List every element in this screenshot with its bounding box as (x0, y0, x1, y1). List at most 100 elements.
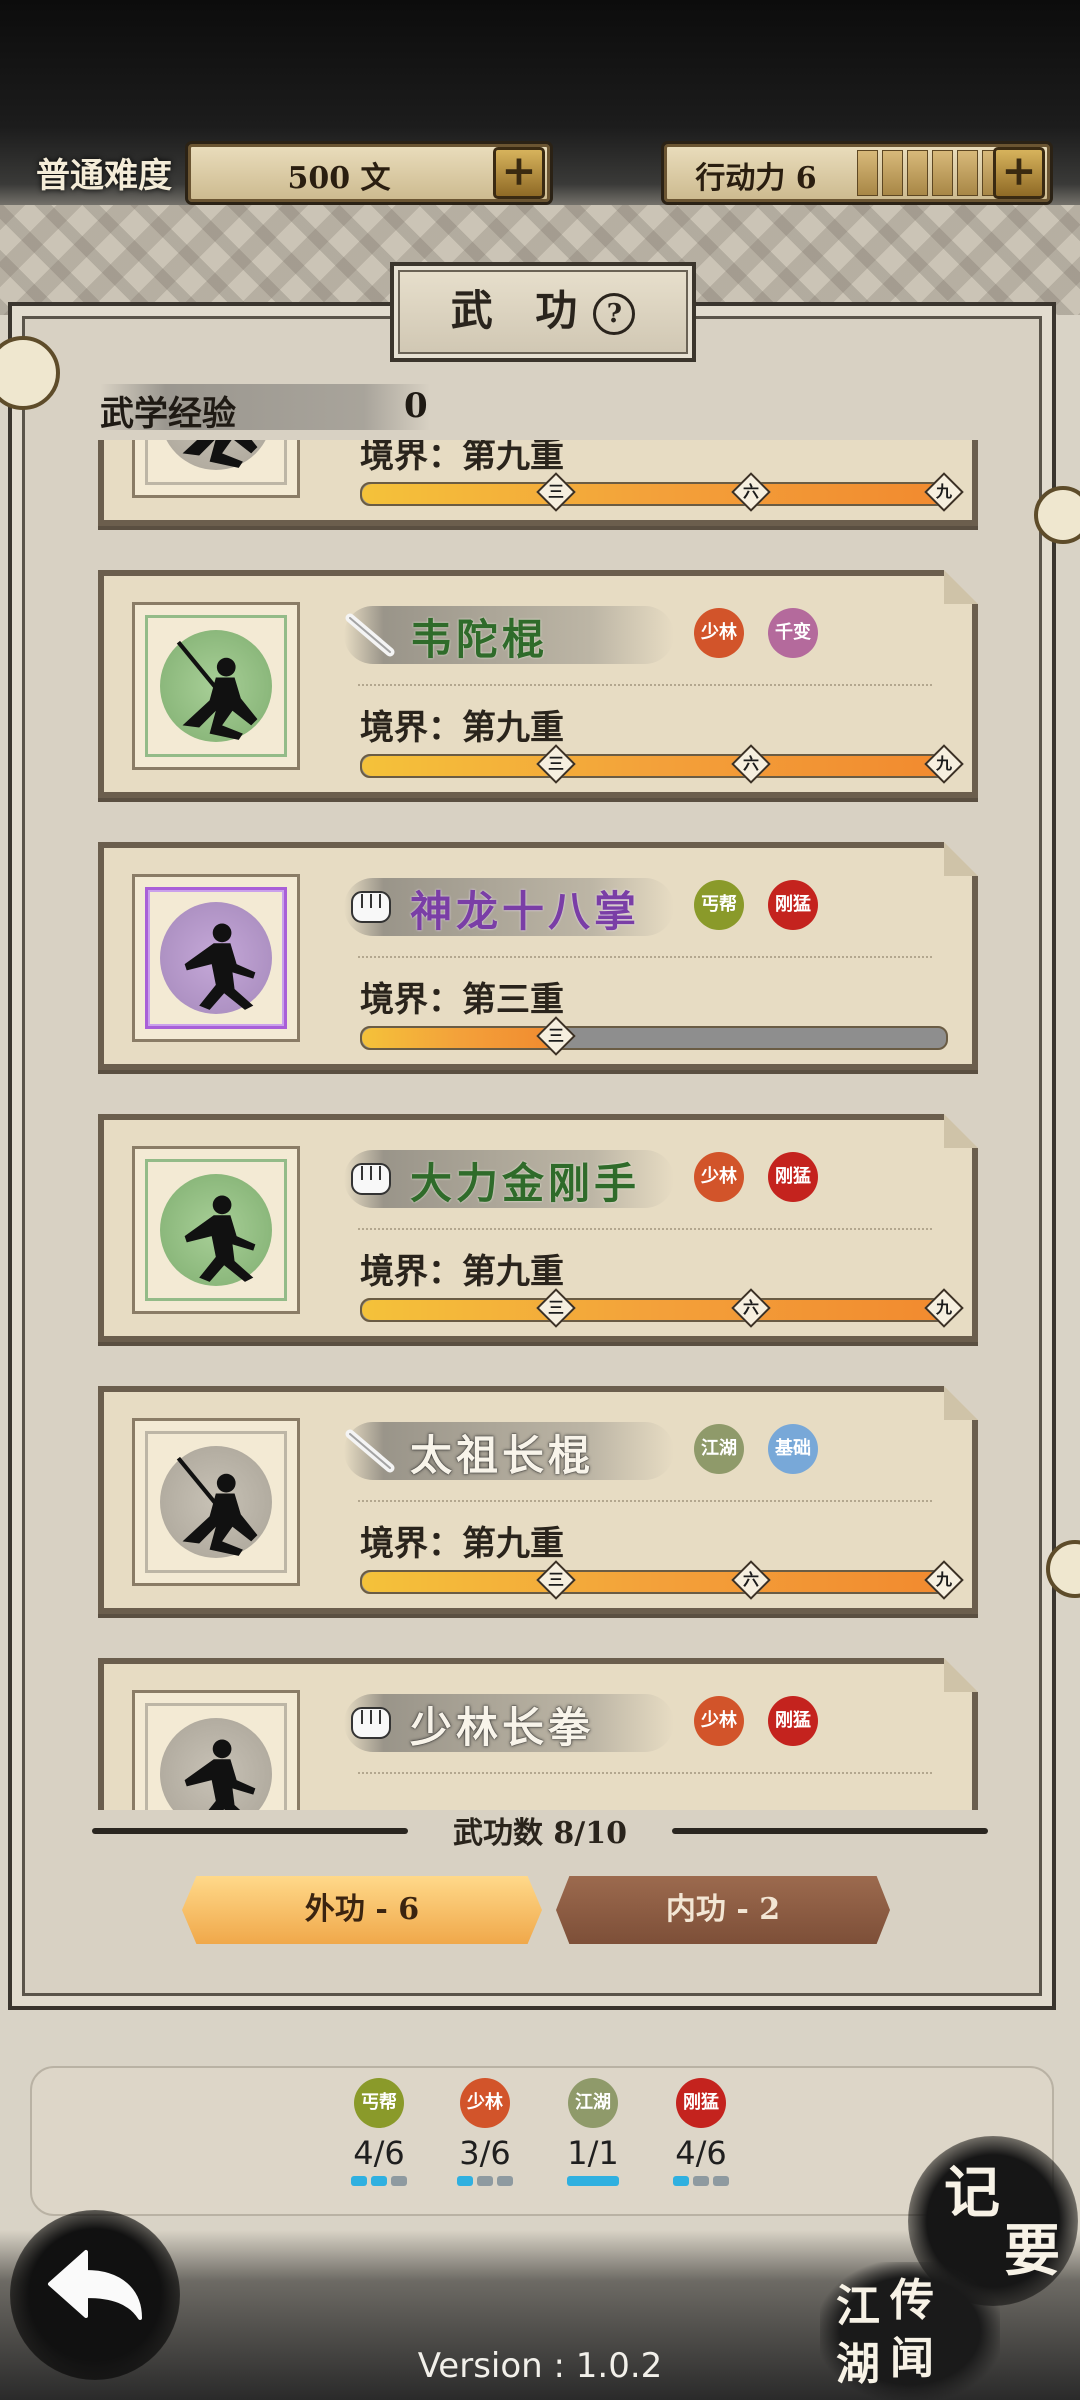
realm-marker-text: 三 (548, 1298, 565, 1317)
skill-card[interactable]: 大力金刚手 少林 刚猛 境界：第九重 三 六 九 (98, 1114, 978, 1342)
realm-progress-fill (362, 1028, 557, 1048)
skill-tag: 千变 (768, 608, 818, 658)
realm-marker: 六 (731, 472, 771, 512)
skill-tag: 刚猛 (768, 1696, 818, 1746)
fist-icon (344, 1698, 398, 1746)
faction-stat: 江湖 1/1 (548, 2078, 638, 2186)
faction-stat: 刚猛 4/6 (656, 2078, 746, 2186)
realm-progress-fill (362, 484, 946, 504)
skill-tag: 江湖 (694, 1424, 744, 1474)
faction-progress-segment (371, 2176, 387, 2186)
skill-name: 大力金刚手 (410, 1159, 641, 1208)
faction-count: 3/6 (459, 2134, 511, 2172)
realm-progress-bar: 三六九 (360, 1288, 964, 1328)
realm-marker: 九 (924, 744, 964, 784)
skill-tags: 丐帮 刚猛 (694, 880, 818, 930)
realm-marker-text: 六 (742, 482, 759, 501)
realm-marker: 九 (924, 1288, 964, 1328)
skill-card[interactable]: 太祖长棍 江湖 基础 境界：第九重 三 六 九 (98, 1386, 978, 1614)
skill-count: 武功数 8/10 (452, 1816, 628, 1851)
back-arrow-icon (48, 2250, 142, 2320)
faction-badge: 刚猛 (676, 2078, 726, 2128)
add-money-button[interactable]: + (493, 147, 545, 199)
realm-marker: 六 (731, 1288, 771, 1328)
skill-card[interactable]: 少林长拳 少林刚猛 三六九 (98, 1658, 978, 1810)
realm-marker: 三 (536, 744, 577, 784)
skill-tag: 少林 (694, 608, 744, 658)
faction-count: 4/6 (353, 2134, 405, 2172)
faction-progress-segment (457, 2176, 473, 2186)
realm-marker-text: 九 (935, 482, 952, 501)
skill-portrait (132, 602, 300, 770)
skill-card[interactable]: 境界：第九重 三 六 九 (98, 440, 978, 526)
help-icon[interactable]: ? (593, 293, 636, 335)
realm-marker-text: 六 (742, 1298, 759, 1317)
realm-progress-fill (362, 1572, 946, 1592)
dotted-divider (358, 684, 932, 686)
skill-card[interactable]: 韦陀棍 少林 千变 境界：第九重 三 六 九 (98, 570, 978, 798)
memo-char-2: 要 (1004, 2218, 1060, 2284)
faction-progress (548, 2176, 638, 2186)
skill-tag: 刚猛 (768, 1152, 818, 1202)
staff-icon (344, 610, 398, 658)
realm-marker: 九 (924, 1560, 964, 1600)
tab-inner-skills[interactable]: 内功 - 2 (556, 1876, 890, 1944)
skill-name: 少林长拳 (410, 1703, 595, 1752)
skill-list[interactable]: 境界：第九重 三六九 韦陀棍 少林 千变 境界：第九重 三六九 神龙十八掌 丐帮… (96, 440, 986, 1810)
skill-realm: 境界：第九重 (360, 708, 564, 748)
faction-progress-segment (351, 2176, 367, 2186)
faction-count: 1/1 (567, 2134, 619, 2172)
realm-marker-text: 九 (935, 1570, 952, 1589)
realm-marker-text: 六 (742, 1570, 759, 1589)
faction-progress (440, 2176, 530, 2186)
staff-icon (344, 1426, 398, 1474)
realm-progress-bar: 三六九 (360, 1560, 964, 1600)
skill-name: 神龙十八掌 (410, 887, 641, 936)
realm-marker-text: 六 (742, 754, 759, 773)
dotted-divider (358, 1500, 932, 1502)
faction-progress-segment (391, 2176, 407, 2186)
realm-marker-text: 九 (935, 1298, 952, 1317)
realm-marker: 六 (731, 744, 771, 784)
faction-count: 4/6 (675, 2134, 727, 2172)
skill-portrait (132, 1418, 300, 1586)
fist-icon (344, 882, 398, 930)
faction-progress-segment (497, 2176, 513, 2186)
faction-progress (334, 2176, 424, 2186)
panel-title: 武 功? (390, 262, 696, 362)
action-points-label: 行动力 6 (695, 161, 817, 196)
action-pip (907, 150, 928, 196)
faction-progress-segment (567, 2176, 619, 2186)
realm-marker: 九 (924, 472, 964, 512)
memo-char-1: 记 (944, 2160, 1000, 2226)
faction-stat: 丐帮 4/6 (334, 2078, 424, 2186)
faction-progress-segment (673, 2176, 689, 2186)
realm-marker-text: 三 (548, 482, 565, 501)
dotted-divider (358, 1772, 932, 1774)
skill-tag: 少林 (694, 1152, 744, 1202)
faction-summary-panel (30, 2066, 1054, 2216)
tab-outer-skills[interactable]: 外功 - 6 (182, 1876, 542, 1944)
realm-progress-bar: 三六九 (360, 472, 964, 512)
difficulty-label: 普通难度 (36, 156, 172, 196)
skill-tag: 刚猛 (768, 880, 818, 930)
money-bar: 500 文 + (188, 144, 550, 202)
realm-marker: 三 (536, 1560, 577, 1600)
realm-marker: 三 (536, 1016, 577, 1056)
faction-progress-segment (693, 2176, 709, 2186)
skill-tag: 少林 (694, 1696, 744, 1746)
realm-marker: 六 (731, 1560, 771, 1600)
skill-card[interactable]: 神龙十八掌 丐帮 刚猛 境界：第三重 三 (98, 842, 978, 1070)
add-action-points-button[interactable]: + (993, 147, 1045, 199)
action-pip (957, 150, 978, 196)
skill-portrait (132, 1146, 300, 1314)
skill-realm: 境界：第九重 (360, 1524, 564, 1564)
realm-marker: 三 (536, 1288, 577, 1328)
fist-icon (344, 1154, 398, 1202)
news-char-1: 江 (836, 2281, 880, 2332)
realm-marker-text: 三 (548, 1570, 565, 1589)
skill-tags: 江湖 基础 (694, 1424, 818, 1474)
skill-realm: 境界：第九重 (360, 440, 564, 476)
money-value: 500 文 (287, 161, 391, 196)
action-points-pips (857, 150, 1003, 196)
